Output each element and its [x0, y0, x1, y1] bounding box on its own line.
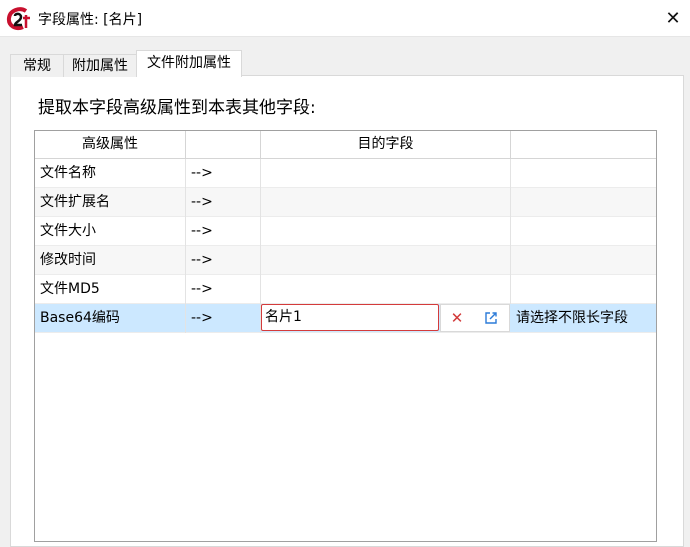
target-cell[interactable]	[261, 217, 511, 246]
app-logo-icon	[6, 6, 32, 32]
attr-cell: 修改时间	[35, 246, 186, 275]
hint-cell	[511, 159, 656, 188]
tab-file-extra-attributes[interactable]: 文件附加属性	[136, 50, 242, 77]
hint-cell	[511, 217, 656, 246]
table-row[interactable]: 文件MD5 -->	[35, 275, 656, 304]
table-row-selected[interactable]: Base64编码 --> 名片1 ✕ 请选择不限长字段	[35, 304, 656, 333]
edit-pick-icon[interactable]	[484, 311, 498, 325]
arrow-cell: -->	[186, 275, 261, 304]
table-row[interactable]: 文件扩展名 -->	[35, 188, 656, 217]
target-cell[interactable]	[261, 246, 511, 275]
header-advanced-attribute[interactable]: 高级属性	[35, 131, 186, 158]
target-cell[interactable]	[261, 159, 511, 188]
arrow-cell: -->	[186, 159, 261, 188]
attr-cell: Base64编码	[35, 304, 186, 333]
target-cell[interactable]	[261, 275, 511, 304]
header-arrow[interactable]	[186, 131, 261, 158]
header-target-field[interactable]: 目的字段	[261, 131, 511, 158]
arrow-cell: -->	[186, 217, 261, 246]
close-icon: ✕	[665, 7, 681, 29]
target-cell[interactable]	[261, 188, 511, 217]
editor-buttons: ✕	[440, 304, 510, 332]
attr-cell: 文件大小	[35, 217, 186, 246]
window-title: 字段属性: [名片]	[38, 12, 143, 28]
table-row[interactable]: 文件大小 -->	[35, 217, 656, 246]
attr-cell: 文件扩展名	[35, 188, 186, 217]
arrow-cell: -->	[186, 304, 261, 333]
hint-cell	[511, 188, 656, 217]
tab-extra-attributes[interactable]: 附加属性	[63, 54, 137, 77]
header-hint[interactable]	[511, 131, 656, 158]
hint-cell	[511, 275, 656, 304]
close-button[interactable]: ✕	[658, 4, 688, 32]
table-row[interactable]: 修改时间 -->	[35, 246, 656, 275]
instruction-label: 提取本字段高级属性到本表其他字段:	[38, 98, 316, 118]
target-field-input[interactable]: 名片1	[261, 304, 439, 331]
arrow-cell: -->	[186, 246, 261, 275]
attr-cell: 文件MD5	[35, 275, 186, 304]
hint-cell: 请选择不限长字段	[516, 310, 628, 326]
attr-cell: 文件名称	[35, 159, 186, 188]
title-bar: 字段属性: [名片] ✕	[0, 0, 690, 37]
table-row[interactable]: 文件名称 -->	[35, 159, 656, 188]
tab-general[interactable]: 常规	[10, 54, 64, 77]
clear-icon[interactable]: ✕	[449, 310, 465, 326]
arrow-cell: -->	[186, 188, 261, 217]
grid-header: 高级属性 目的字段	[35, 131, 656, 159]
hint-cell	[511, 246, 656, 275]
attribute-grid[interactable]: 高级属性 目的字段 文件名称 --> 文件扩展名 --> 文件大小 --> 修改…	[34, 130, 657, 542]
